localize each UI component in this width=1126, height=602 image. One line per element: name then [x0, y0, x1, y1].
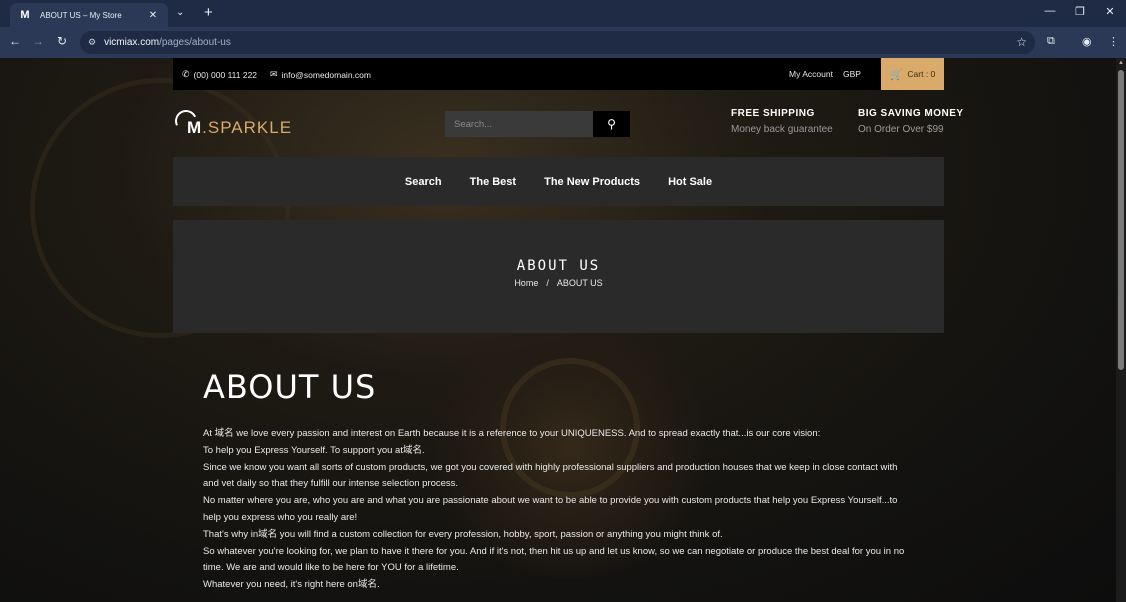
- page-scrollbar[interactable]: ▲: [1116, 58, 1126, 602]
- new-tab-plus-icon[interactable]: +: [204, 4, 213, 21]
- page-hero-banner: ABOUT US Home / ABOUT US: [173, 220, 944, 333]
- phone-number: (00) 000 111 222: [193, 69, 258, 80]
- promo-free-shipping: FREE SHIPPING Money back guarantee: [731, 108, 833, 135]
- about-line: To help you Express Yourself. To support…: [203, 444, 425, 456]
- browser-toolbar: ← → ↻ ⚙ vicmiax.com/pages/about-us ☆ ⧉ ◉…: [0, 27, 1126, 58]
- currency-selector[interactable]: GBP: [843, 69, 861, 79]
- address-bar[interactable]: ⚙ vicmiax.com/pages/about-us ☆: [80, 31, 1035, 54]
- nav-item-new-products[interactable]: The New Products: [530, 176, 654, 188]
- breadcrumb-separator: /: [546, 278, 549, 288]
- bookmark-star-icon[interactable]: ☆: [1016, 35, 1027, 49]
- store-logo[interactable]: M.SPARKLE: [171, 106, 293, 138]
- promo-big-saving: BIG SAVING MONEY On Order Over $99: [858, 108, 964, 135]
- promo-subtext: On Order Over $99: [858, 124, 944, 135]
- store-favicon-icon: M: [20, 9, 30, 21]
- phone-icon: ✆: [182, 69, 190, 79]
- nav-item-search[interactable]: Search: [391, 176, 456, 188]
- shopping-cart-icon: 🛒: [889, 68, 904, 81]
- logo-wordmark: .SPARKLE: [202, 118, 293, 137]
- about-content: ABOUT US At 域名 we love every passion and…: [203, 368, 913, 594]
- browser-tab[interactable]: M ABOUT US – My Store ✕: [10, 3, 168, 27]
- extensions-puzzle-icon[interactable]: ⧉: [1047, 35, 1055, 48]
- back-arrow-icon[interactable]: ←: [7, 34, 23, 48]
- my-account-link[interactable]: My Account: [789, 69, 833, 79]
- about-line: Whatever you need, it's right here on域名.: [203, 579, 380, 591]
- promo-heading: BIG SAVING MONEY: [858, 108, 964, 119]
- about-line: No matter where you are, who you are and…: [203, 495, 898, 523]
- web-page: ✆ (00) 000 111 222 ✉ info@somedomain.com…: [0, 58, 1116, 602]
- email-address: info@somedomain.com: [281, 69, 371, 80]
- about-line: Since we know you want all sorts of cust…: [203, 461, 898, 490]
- cart-label: Cart : 0: [907, 69, 936, 79]
- search-icon: ⚲: [607, 117, 616, 131]
- email-contact[interactable]: ✉ info@somedomain.com: [270, 69, 371, 80]
- browser-tab-bar: M ABOUT US – My Store ✕ ⌄ + — ❐ ✕: [0, 0, 1126, 27]
- promo-heading: FREE SHIPPING: [731, 108, 815, 119]
- close-tab-icon[interactable]: ✕: [146, 10, 160, 21]
- logo-letter: M: [187, 118, 203, 137]
- store-search: ⚲: [445, 111, 630, 137]
- minimize-window-icon[interactable]: —: [1040, 5, 1060, 17]
- about-line: At 域名 we love every passion and interest…: [203, 428, 821, 439]
- nav-item-the-best[interactable]: The Best: [456, 176, 530, 188]
- promo-subtext: Money back guarantee: [731, 124, 833, 135]
- store-top-bar: ✆ (00) 000 111 222 ✉ info@somedomain.com…: [173, 58, 944, 90]
- nav-item-hot-sale[interactable]: Hot Sale: [654, 176, 726, 188]
- hero-title: ABOUT US: [516, 258, 601, 274]
- close-window-icon[interactable]: ✕: [1100, 5, 1120, 18]
- site-info-icon[interactable]: ⚙: [88, 37, 96, 48]
- scrollbar-thumb[interactable]: [1118, 70, 1124, 370]
- tab-search-chevron-icon[interactable]: ⌄: [176, 7, 184, 18]
- about-paragraph: At 域名 we love every passion and interest…: [203, 426, 913, 594]
- main-navigation: Search The Best The New Products Hot Sal…: [173, 157, 944, 206]
- breadcrumb-current: ABOUT US: [556, 278, 603, 288]
- search-input[interactable]: [445, 111, 593, 137]
- phone-contact[interactable]: ✆ (00) 000 111 222: [182, 69, 257, 80]
- more-menu-icon[interactable]: ⋮: [1108, 35, 1119, 48]
- about-line: That's why in域名 you will find a custom c…: [203, 528, 723, 540]
- tab-title: ABOUT US – My Store: [40, 10, 122, 20]
- restore-window-icon[interactable]: ❐: [1070, 5, 1090, 18]
- scroll-up-arrow-icon[interactable]: ▲: [1118, 60, 1124, 66]
- envelope-icon: ✉: [270, 69, 278, 79]
- url-host: vicmiax.com: [104, 37, 160, 48]
- url-path: /pages/about-us: [159, 37, 231, 48]
- search-button[interactable]: ⚲: [593, 111, 630, 137]
- breadcrumb-home-link[interactable]: Home: [514, 278, 538, 288]
- breadcrumb: Home / ABOUT US: [173, 278, 944, 288]
- about-line: So whatever you're looking for, we plan …: [203, 545, 905, 574]
- cart-button[interactable]: 🛒 Cart : 0: [881, 58, 944, 90]
- profile-icon[interactable]: ◉: [1082, 35, 1092, 48]
- page-title: ABOUT US: [203, 368, 377, 406]
- forward-arrow-icon[interactable]: →: [30, 34, 46, 48]
- reload-icon[interactable]: ↻: [54, 34, 70, 48]
